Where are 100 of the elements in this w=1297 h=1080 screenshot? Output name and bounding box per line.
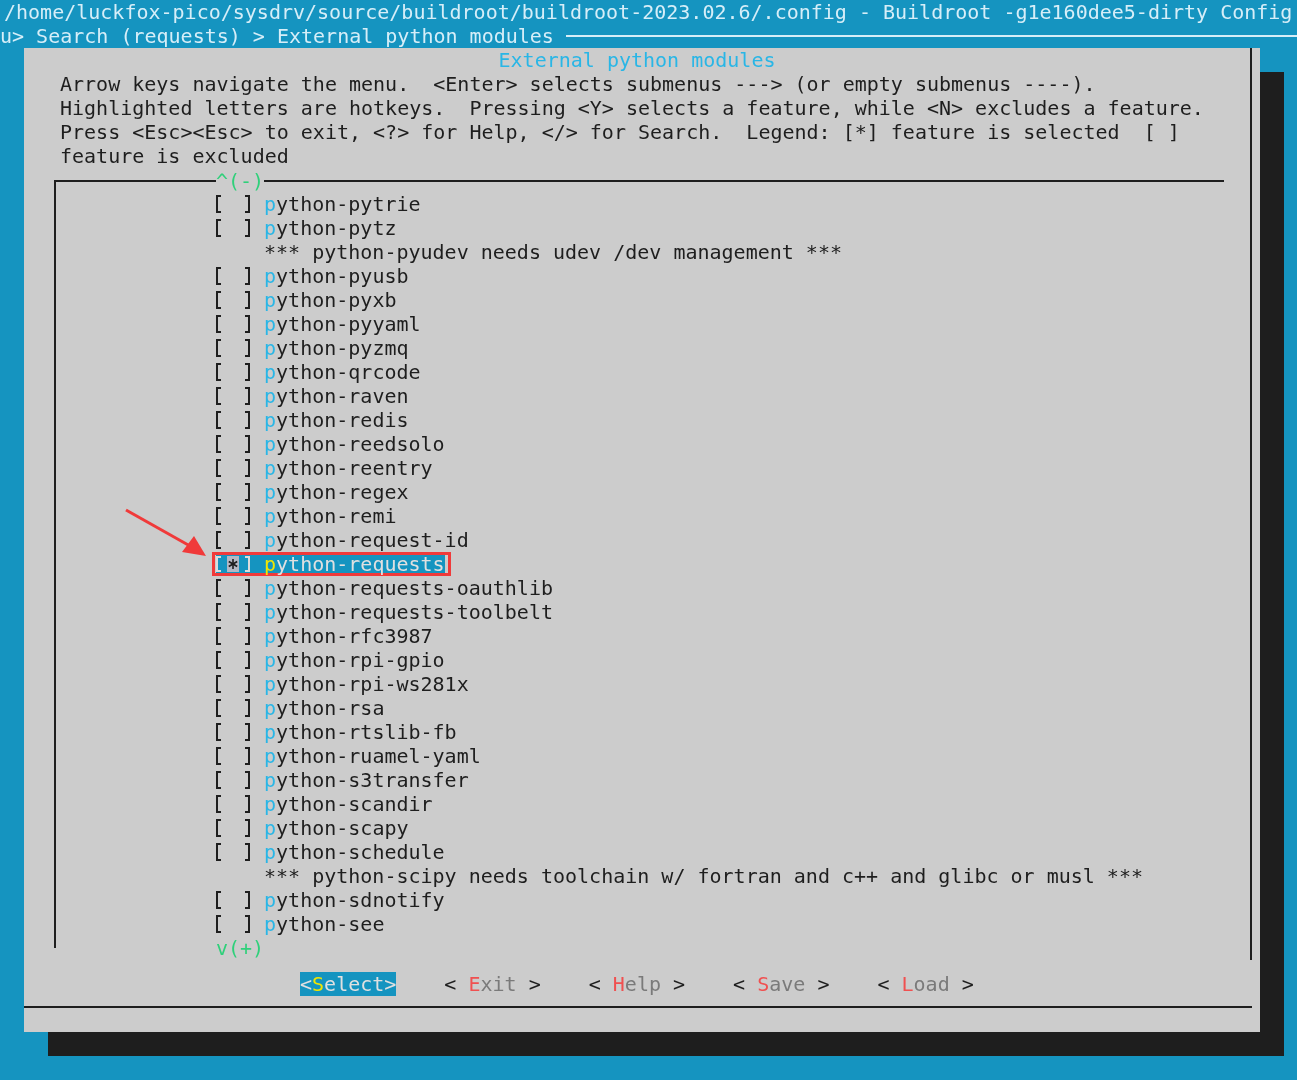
option-label: python-scandir (264, 792, 433, 816)
option-label: python-schedule (264, 840, 445, 864)
option-label: python-pyzmq (264, 336, 409, 360)
checkbox[interactable] (216, 338, 250, 358)
checkbox[interactable] (216, 626, 250, 646)
checkbox[interactable] (216, 556, 250, 572)
option-label: python-remi (264, 504, 397, 528)
checkbox[interactable] (216, 698, 250, 718)
menu-item[interactable]: python-regex (216, 480, 1224, 504)
checkbox[interactable] (216, 218, 250, 238)
checkbox[interactable] (216, 722, 250, 742)
checkbox[interactable] (216, 506, 250, 526)
dialog-title: External python modules (497, 48, 777, 72)
menu-item[interactable]: python-rtslib-fb (216, 720, 1224, 744)
checkbox[interactable] (216, 530, 250, 550)
option-label: python-request-id (264, 528, 469, 552)
option-label: python-qrcode (264, 360, 421, 384)
dialog-button[interactable]: < Exit > (444, 972, 541, 996)
help-text: Arrow keys navigate the menu. <Enter> selects submenus ---> (or empty submenus ----). (60, 72, 1097, 96)
comment-line: *** python-scipy needs toolchain w/ fortran and c++ and glibc or musl *** (263, 864, 1143, 888)
option-label: python-redis (264, 408, 409, 432)
checkbox[interactable] (216, 770, 250, 790)
checkbox[interactable] (216, 434, 250, 454)
help-text: feature is excluded (60, 144, 290, 168)
menu-item[interactable]: python-s3transfer (216, 768, 1224, 792)
menu-item[interactable]: python-rfc3987 (216, 624, 1224, 648)
checkbox[interactable] (216, 458, 250, 478)
menu-item[interactable]: python-see (216, 912, 1224, 936)
option-label: python-rpi-ws281x (264, 672, 469, 696)
checkbox[interactable] (216, 890, 250, 910)
menu-item[interactable]: python-requests-toolbelt (216, 600, 1224, 624)
menu-item[interactable]: python-rpi-gpio (216, 648, 1224, 672)
menu-item[interactable]: python-reedsolo (216, 432, 1224, 456)
menu-item[interactable]: python-scandir (216, 792, 1224, 816)
option-label: python-pytrie (264, 192, 421, 216)
menu-item[interactable]: python-rsa (216, 696, 1224, 720)
checkbox[interactable] (216, 602, 250, 622)
dialog-button[interactable]: < Save > (733, 972, 830, 996)
checkbox[interactable] (216, 794, 250, 814)
checkbox[interactable] (216, 842, 250, 862)
menu-item[interactable]: python-qrcode (216, 360, 1224, 384)
checkbox[interactable] (216, 194, 250, 214)
menu-item[interactable]: python-pyzmq (216, 336, 1224, 360)
menu-item[interactable]: python-rpi-ws281x (216, 672, 1224, 696)
option-label: python-rpi-gpio (264, 648, 445, 672)
menu-item[interactable]: python-schedule (216, 840, 1224, 864)
menu-item[interactable]: python-ruamel-yaml (216, 744, 1224, 768)
option-label: python-requests-toolbelt (264, 600, 553, 624)
checkbox[interactable] (216, 818, 250, 838)
menu-item[interactable]: python-pyxb (216, 288, 1224, 312)
option-label: python-rtslib-fb (264, 720, 457, 744)
option-label: python-pytz (264, 216, 397, 240)
option-label: python-reedsolo (264, 432, 445, 456)
option-label: python-pyyaml (264, 312, 421, 336)
option-label: python-see (264, 912, 385, 936)
option-label: python-pyxb (264, 288, 397, 312)
menu-item[interactable]: python-requests-oauthlib (216, 576, 1224, 600)
checkbox[interactable] (216, 914, 250, 934)
menu-item[interactable]: python-request-id (216, 528, 1224, 552)
option-label: python-pyusb (264, 264, 409, 288)
option-label: python-ruamel-yaml (264, 744, 481, 768)
option-label: python-s3transfer (264, 768, 469, 792)
checkbox[interactable] (216, 650, 250, 670)
checkbox[interactable] (216, 482, 250, 502)
option-label: python-rfc3987 (264, 624, 433, 648)
option-label: python-requests-oauthlib (264, 576, 553, 600)
comment-line: *** python-pyudev needs udev /dev management *** (263, 240, 842, 264)
asterisk-icon (228, 558, 238, 570)
checkbox[interactable] (216, 746, 250, 766)
checkbox[interactable] (216, 410, 250, 430)
menu-item[interactable]: python-remi (216, 504, 1224, 528)
help-text: Highlighted letters are hotkeys. Pressing <Y> selects a feature, while <N> excludes a feature. (60, 96, 1205, 120)
checkbox[interactable] (216, 266, 250, 286)
menu-item[interactable]: python-scapy (216, 816, 1224, 840)
checkbox[interactable] (216, 290, 250, 310)
checkbox[interactable] (216, 578, 250, 598)
window-title: /home/luckfox-pico/sysdrv/source/buildroot/buildroot-2023.02.6/.config - Buildroot -g1e160dee5-dirty Config (3, 0, 1294, 24)
dialog-button[interactable]: < Load > (877, 972, 974, 996)
option-label: python-regex (264, 480, 409, 504)
menu-item[interactable]: python-redis (216, 408, 1224, 432)
breadcrumb: u> Search (requests) > External python modules (0, 24, 554, 48)
checkbox[interactable] (216, 386, 250, 406)
option-label: python-raven (264, 384, 409, 408)
menu-item[interactable]: python-pyyaml (216, 312, 1224, 336)
checkbox[interactable] (216, 362, 250, 382)
option-label: python-reentry (264, 456, 433, 480)
menu-item[interactable]: python-pyusb (216, 264, 1224, 288)
menu-item[interactable]: python-pytz (216, 216, 1224, 240)
menu-item[interactable]: python-pytrie (216, 192, 1224, 216)
option-label: python-sdnotify (264, 888, 445, 912)
checkbox[interactable] (216, 314, 250, 334)
help-text: Press <Esc><Esc> to exit, <?> for Help, </> for Search. Legend: [*] feature is selected [ ] (60, 120, 1181, 144)
menu-item[interactable]: python-sdnotify (216, 888, 1224, 912)
menu-item[interactable]: python-reentry (216, 456, 1224, 480)
option-label: python-requests (264, 555, 445, 573)
dialog-button[interactable]: < Help > (588, 972, 686, 996)
menu-item[interactable]: python-raven (216, 384, 1224, 408)
option-label: python-rsa (264, 696, 385, 720)
checkbox[interactable] (216, 674, 250, 694)
option-label: python-scapy (264, 816, 409, 840)
